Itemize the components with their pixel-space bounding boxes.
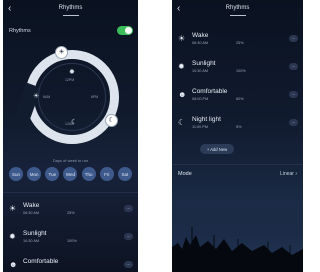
- rhythm-brightness: 100%: [67, 239, 77, 243]
- day-chip-sun[interactable]: Sun: [9, 167, 23, 181]
- rhythm-name: Sunlight: [192, 60, 216, 67]
- rhythm-item-night-light[interactable]: ☾ Night light 11:00 PM 5% ⋯: [178, 114, 298, 136]
- sun-icon: ✹: [178, 62, 185, 71]
- right-screen: ‹ Rhythms ☀ Wake 06:30 AM 25% ⋯ ✹ Sunlig…: [172, 0, 303, 272]
- rhythm-time: 10:30 AM: [23, 239, 40, 243]
- rhythm-item-sunlight[interactable]: ✹ Sunlight 10:30 AM 100% ⋯: [9, 228, 133, 250]
- rhythms-enable-label: Rhythms: [9, 28, 31, 34]
- rhythm-name: Comfortable: [23, 258, 59, 265]
- left-screen: ‹ Rhythms Rhythms ☀ ☾ ✹ ☾ ☀ 6AM 12PM 6PM…: [3, 0, 138, 272]
- page-title: Rhythms: [58, 5, 83, 11]
- rhythm-brightness: 25%: [236, 41, 244, 45]
- dial-tick-label: 12PM: [65, 78, 75, 82]
- sun-icon: ✹: [9, 232, 16, 241]
- days-caption: Days of week to run: [52, 158, 89, 163]
- dial-tick-label: 6PM: [91, 95, 99, 99]
- comfortable-icon: ☻: [178, 90, 187, 99]
- dial-tick-label: 12AM: [65, 122, 75, 126]
- day-chip-thu[interactable]: Thu: [81, 167, 96, 181]
- rhythm-item-wake[interactable]: ☀ Wake 06:30 AM 25% ⋯: [178, 30, 298, 52]
- rhythm-item-comfortable[interactable]: ☻ Comfortable ⋯: [9, 256, 133, 272]
- day-chip-tue[interactable]: Tue: [45, 167, 60, 181]
- rhythm-brightness: 5%: [236, 125, 242, 129]
- rhythm-time: 06:30 AM: [192, 41, 209, 45]
- rhythm-more-button[interactable]: ⋯: [289, 119, 298, 126]
- moon-icon: ☾: [178, 118, 186, 127]
- rhythm-more-button[interactable]: ⋯: [289, 35, 298, 42]
- header-bar: ‹ Rhythms: [3, 0, 138, 22]
- rhythm-item-wake[interactable]: ☀ Wake 06:30 AM 25% ⋯: [9, 200, 133, 222]
- section-divider: [172, 164, 303, 165]
- title-underline: [229, 15, 246, 16]
- day-chip-sat[interactable]: Sat: [117, 167, 132, 181]
- rhythm-name: Night light: [192, 116, 221, 123]
- rhythm-more-button[interactable]: ⋯: [289, 91, 298, 98]
- title-underline: [62, 15, 79, 16]
- rhythm-time: 06:30 AM: [23, 211, 40, 215]
- dial-sun-icon: ✹: [69, 69, 75, 76]
- sunrise-icon: ☀: [9, 204, 17, 213]
- rhythm-more-button[interactable]: ⋯: [289, 63, 298, 70]
- rhythm-brightness: 100%: [236, 69, 246, 73]
- sun-icon: ☀: [58, 49, 65, 56]
- rhythm-more-button[interactable]: ⋯: [124, 205, 133, 212]
- rhythm-item-comfortable[interactable]: ☻ Comfortable 06:00 PM 80% ⋯: [178, 86, 298, 108]
- mode-label: Mode: [178, 171, 192, 177]
- rhythm-name: Comfortable: [192, 88, 228, 95]
- rhythm-more-button[interactable]: ⋯: [124, 233, 133, 240]
- day-chip-wed[interactable]: Wed: [63, 167, 78, 181]
- header-bar: ‹ Rhythms: [172, 0, 303, 22]
- moon-icon: ☾: [108, 117, 115, 124]
- rhythm-name: Wake: [192, 32, 209, 39]
- rhythm-time: 06:00 PM: [192, 97, 209, 101]
- rhythm-item-sunlight[interactable]: ✹ Sunlight 10:30 AM 100% ⋯: [178, 58, 298, 80]
- rhythms-enable-toggle[interactable]: [117, 26, 133, 35]
- rhythm-brightness: 25%: [67, 211, 75, 215]
- rhythm-time: 11:00 PM: [192, 125, 208, 129]
- day-selector: Sun Mon Tue Wed Thu Fri Sat: [9, 167, 132, 181]
- section-divider: [3, 192, 138, 193]
- rhythm-name: Wake: [23, 202, 40, 209]
- comfortable-icon: ☻: [9, 260, 18, 269]
- rhythm-name: Sunlight: [23, 230, 47, 237]
- sun-handle[interactable]: ☀: [55, 46, 68, 59]
- rhythm-brightness: 80%: [236, 97, 244, 101]
- moon-handle[interactable]: ☾: [105, 114, 118, 127]
- dial-sunrise-icon: ☀: [33, 93, 40, 100]
- day-chip-fri[interactable]: Fri: [99, 167, 114, 181]
- add-new-button[interactable]: + Add New: [200, 144, 234, 154]
- dial-tick-label: 6AM: [43, 95, 51, 99]
- page-title: Rhythms: [225, 5, 250, 11]
- rhythm-time: 10:30 AM: [192, 69, 209, 73]
- night-scenery-image: [172, 177, 303, 272]
- mode-selector[interactable]: Linear ›: [280, 171, 297, 177]
- rhythm-more-button[interactable]: ⋯: [124, 261, 133, 268]
- sunrise-icon: ☀: [178, 34, 186, 43]
- day-chip-mon[interactable]: Mon: [27, 167, 42, 181]
